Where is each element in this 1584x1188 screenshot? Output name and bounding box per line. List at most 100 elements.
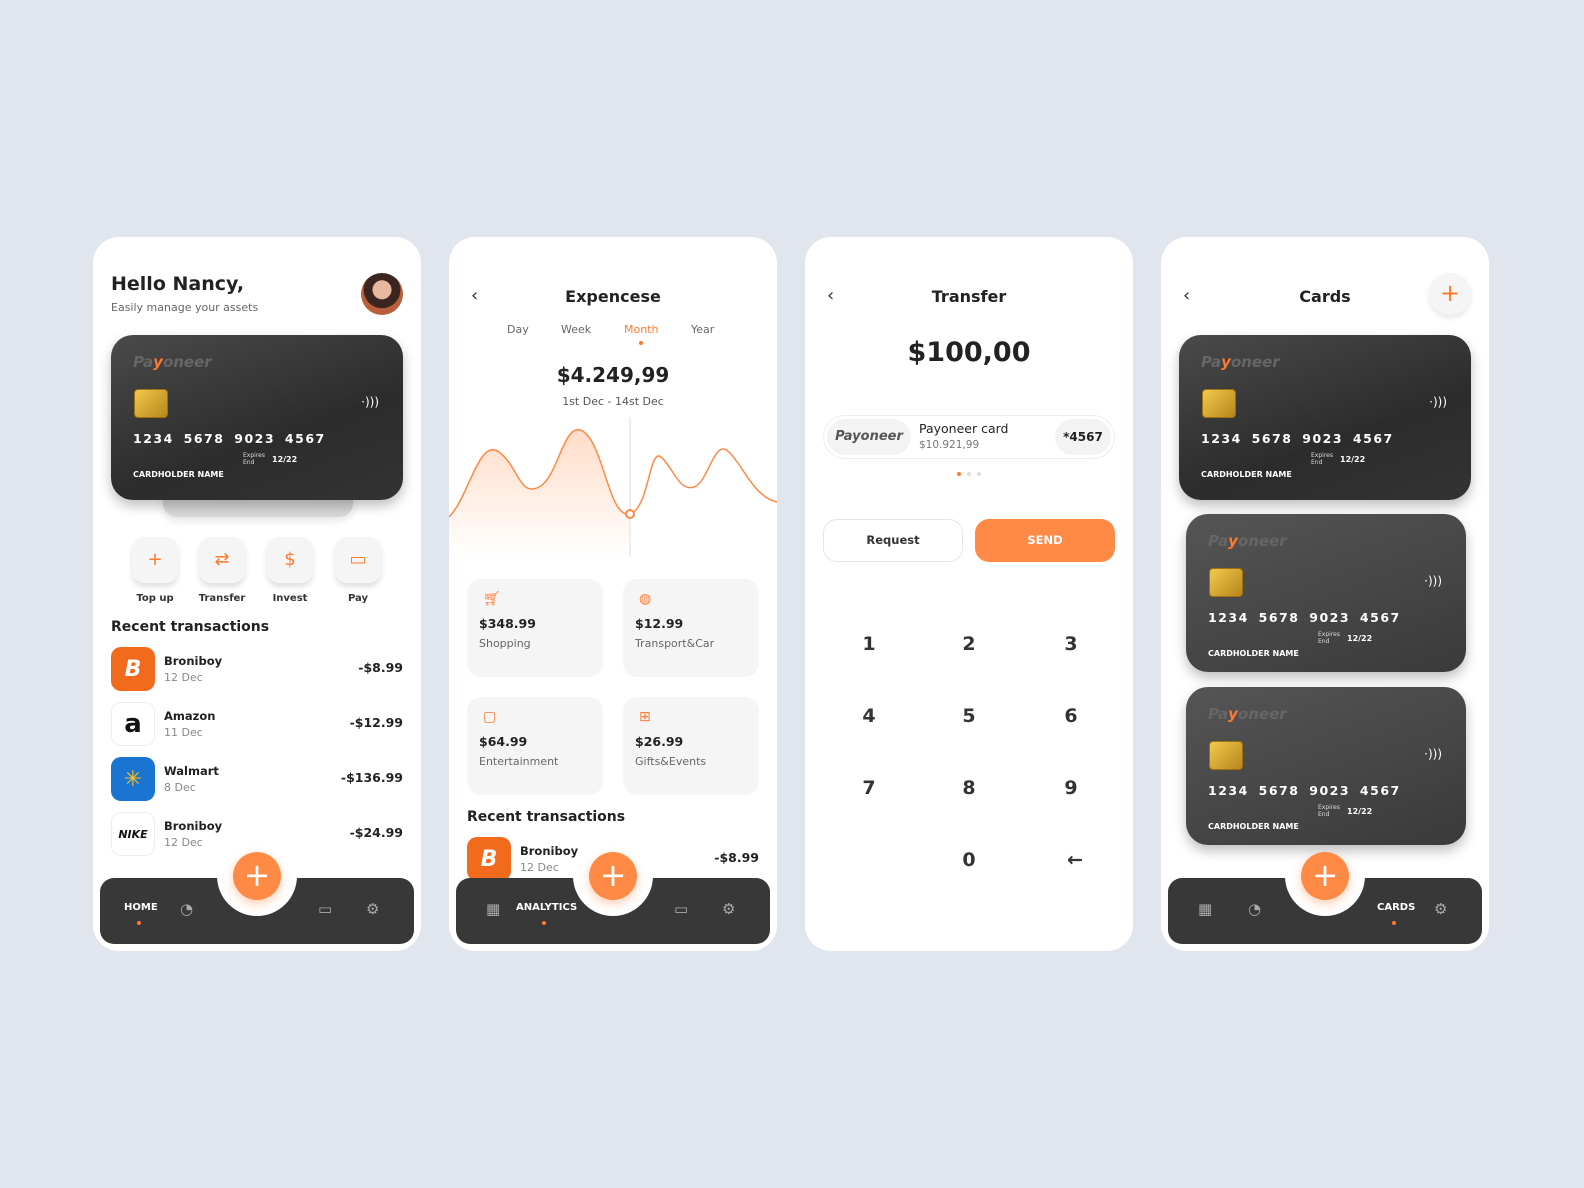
nav-cards[interactable]: CARDS [1377, 902, 1415, 913]
page-title: Transfer [931, 287, 1007, 306]
card-selector[interactable]: Payoneer Payoneer card $10.921,99 *4567 [823, 415, 1115, 459]
contactless-icon: ·))) [361, 395, 379, 409]
key-5[interactable]: 5 [939, 705, 999, 727]
chip-icon [134, 389, 168, 418]
card-number: 1234 5678 9023 4567 [1201, 431, 1394, 446]
transaction-row[interactable]: a Amazon 11 Dec -$12.99 [111, 702, 403, 746]
home-screen: Hello Nancy, Easily manage your assets P… [93, 237, 421, 951]
tab-month[interactable]: Month [624, 323, 658, 336]
curve-fill [449, 429, 629, 557]
request-button[interactable]: Request [823, 519, 963, 562]
cards-icon[interactable]: ▭ [674, 900, 688, 918]
key-2[interactable]: 2 [939, 633, 999, 655]
contactless-icon: ·))) [1424, 747, 1442, 761]
transaction-row[interactable]: ✳ Walmart 8 Dec -$136.99 [111, 757, 403, 801]
expires-label: Expires End [1311, 452, 1333, 466]
bottom-nav: + HOME ◔ ▭ ⚙ [100, 852, 414, 944]
cursor-point [625, 509, 635, 519]
transfer-button[interactable]: ⇄ Transfer [197, 537, 247, 604]
recent-transactions-title: Recent transactions [111, 619, 270, 635]
transaction-row[interactable]: NIKE Broniboy 12 Dec -$24.99 [111, 812, 403, 856]
payoneer-logo: Payoneer [1208, 705, 1287, 723]
category-gifts[interactable]: ⊞ $26.99 Gifts&Events [623, 697, 759, 795]
cards-screen: ‹ Cards + Payoneer ·))) 1234 5678 9023 45… [1161, 237, 1489, 951]
transaction-row[interactable]: B Broniboy 12 Dec -$8.99 [111, 647, 403, 691]
payment-card[interactable]: Payoneer ·))) 1234 5678 9023 4567 Expires E… [1179, 335, 1471, 500]
card-expiry: 12/22 [1347, 807, 1373, 816]
payment-card[interactable]: Payoneer ·))) 1234 5678 9023 4567 Expires E… [1186, 514, 1466, 672]
ball-icon: ◍ [639, 591, 652, 607]
payoneer-logo: Payoneer [133, 353, 212, 371]
date-range: 1st Dec - 14st Dec [562, 395, 664, 408]
category-entertainment[interactable]: ▢ $64.99 Entertainment [467, 697, 603, 795]
invest-button[interactable]: $ Invest [265, 537, 315, 604]
card-icon: ▭ [335, 537, 381, 583]
expense-curve[interactable] [449, 417, 777, 557]
category-transport[interactable]: ◍ $12.99 Transport&Car [623, 579, 759, 677]
contactless-icon: ·))) [1429, 395, 1447, 409]
category-shopping[interactable]: 🛒︎ $348.99 Shopping [467, 579, 603, 677]
key-8[interactable]: 8 [939, 777, 999, 799]
payment-card[interactable]: Payoneer ·))) 1234 5678 9023 4567 Expires E… [1186, 687, 1466, 845]
avatar[interactable] [361, 273, 403, 315]
transfer-amount: $100,00 [907, 337, 1031, 368]
tab-week[interactable]: Week [561, 323, 591, 336]
bottom-nav: + ▦ ◔ CARDS ⚙ [1168, 852, 1482, 944]
pay-button[interactable]: ▭ Pay [333, 537, 383, 604]
gear-icon[interactable]: ⚙ [366, 900, 379, 918]
cardholder-name: CARDHOLDER NAME [1208, 649, 1299, 658]
pager-dot[interactable] [977, 472, 981, 476]
card-expiry: 12/22 [1340, 455, 1366, 464]
active-indicator [542, 921, 546, 925]
cart-icon: 🛒︎ [483, 591, 501, 607]
add-button[interactable]: + [1301, 852, 1349, 900]
bottom-nav: + ▦ ANALYTICS ▭ ⚙ [456, 852, 770, 944]
transfer-icon: ⇄ [199, 537, 245, 583]
chip-icon [1209, 741, 1243, 770]
tab-year[interactable]: Year [691, 323, 714, 336]
tab-day[interactable]: Day [507, 323, 529, 336]
card-name: Payoneer card [919, 421, 1009, 436]
pager-dot[interactable] [967, 472, 971, 476]
active-indicator [639, 341, 643, 345]
payoneer-logo: Payoneer [827, 419, 911, 455]
key-3[interactable]: 3 [1041, 633, 1101, 655]
expires-label: Expires End [1318, 804, 1340, 818]
card-number: 1234 5678 9023 4567 [1208, 783, 1401, 798]
gear-icon[interactable]: ⚙ [722, 900, 735, 918]
cards-icon[interactable]: ▭ [318, 900, 332, 918]
dollar-icon: $ [267, 537, 313, 583]
add-button[interactable]: + [233, 852, 281, 900]
nav-analytics[interactable]: ANALYTICS [516, 902, 577, 913]
top-up-button[interactable]: + Top up [130, 537, 180, 604]
key-4[interactable]: 4 [839, 705, 899, 727]
card-balance: $10.921,99 [919, 439, 980, 451]
key-1[interactable]: 1 [839, 633, 899, 655]
analytics-icon[interactable]: ◔ [180, 900, 193, 918]
key-7[interactable]: 7 [839, 777, 899, 799]
home-grid-icon[interactable]: ▦ [1198, 900, 1212, 918]
pager-dot-active[interactable] [957, 472, 961, 476]
card-last-digits: *4567 [1055, 419, 1111, 455]
gift-icon: ⊞ [639, 709, 651, 725]
payment-card[interactable]: Payoneer ·))) 1234 5678 9023 4567 Expire… [111, 335, 403, 500]
contactless-icon: ·))) [1424, 574, 1442, 588]
gear-icon[interactable]: ⚙ [1434, 900, 1447, 918]
broniboy-logo: B [111, 647, 155, 691]
payoneer-logo: Payoneer [1208, 532, 1287, 550]
key-9[interactable]: 9 [1041, 777, 1101, 799]
amazon-logo: a [111, 702, 155, 746]
card-number: 1234 5678 9023 4567 [1208, 610, 1401, 625]
key-0[interactable]: 0 [939, 849, 999, 871]
backspace-key[interactable]: ← [1045, 849, 1105, 871]
send-button[interactable]: SEND [975, 519, 1115, 562]
add-card-button[interactable]: + [1429, 273, 1471, 315]
expires-label: Expires End [243, 452, 265, 466]
home-grid-icon[interactable]: ▦ [486, 900, 500, 918]
key-6[interactable]: 6 [1041, 705, 1101, 727]
analytics-icon[interactable]: ◔ [1248, 900, 1261, 918]
analytics-screen: ‹ Expencese Day Week Month Year $4.249,9… [449, 237, 777, 951]
nav-home[interactable]: HOME [124, 902, 158, 913]
chip-icon [1209, 568, 1243, 597]
add-button[interactable]: + [589, 852, 637, 900]
